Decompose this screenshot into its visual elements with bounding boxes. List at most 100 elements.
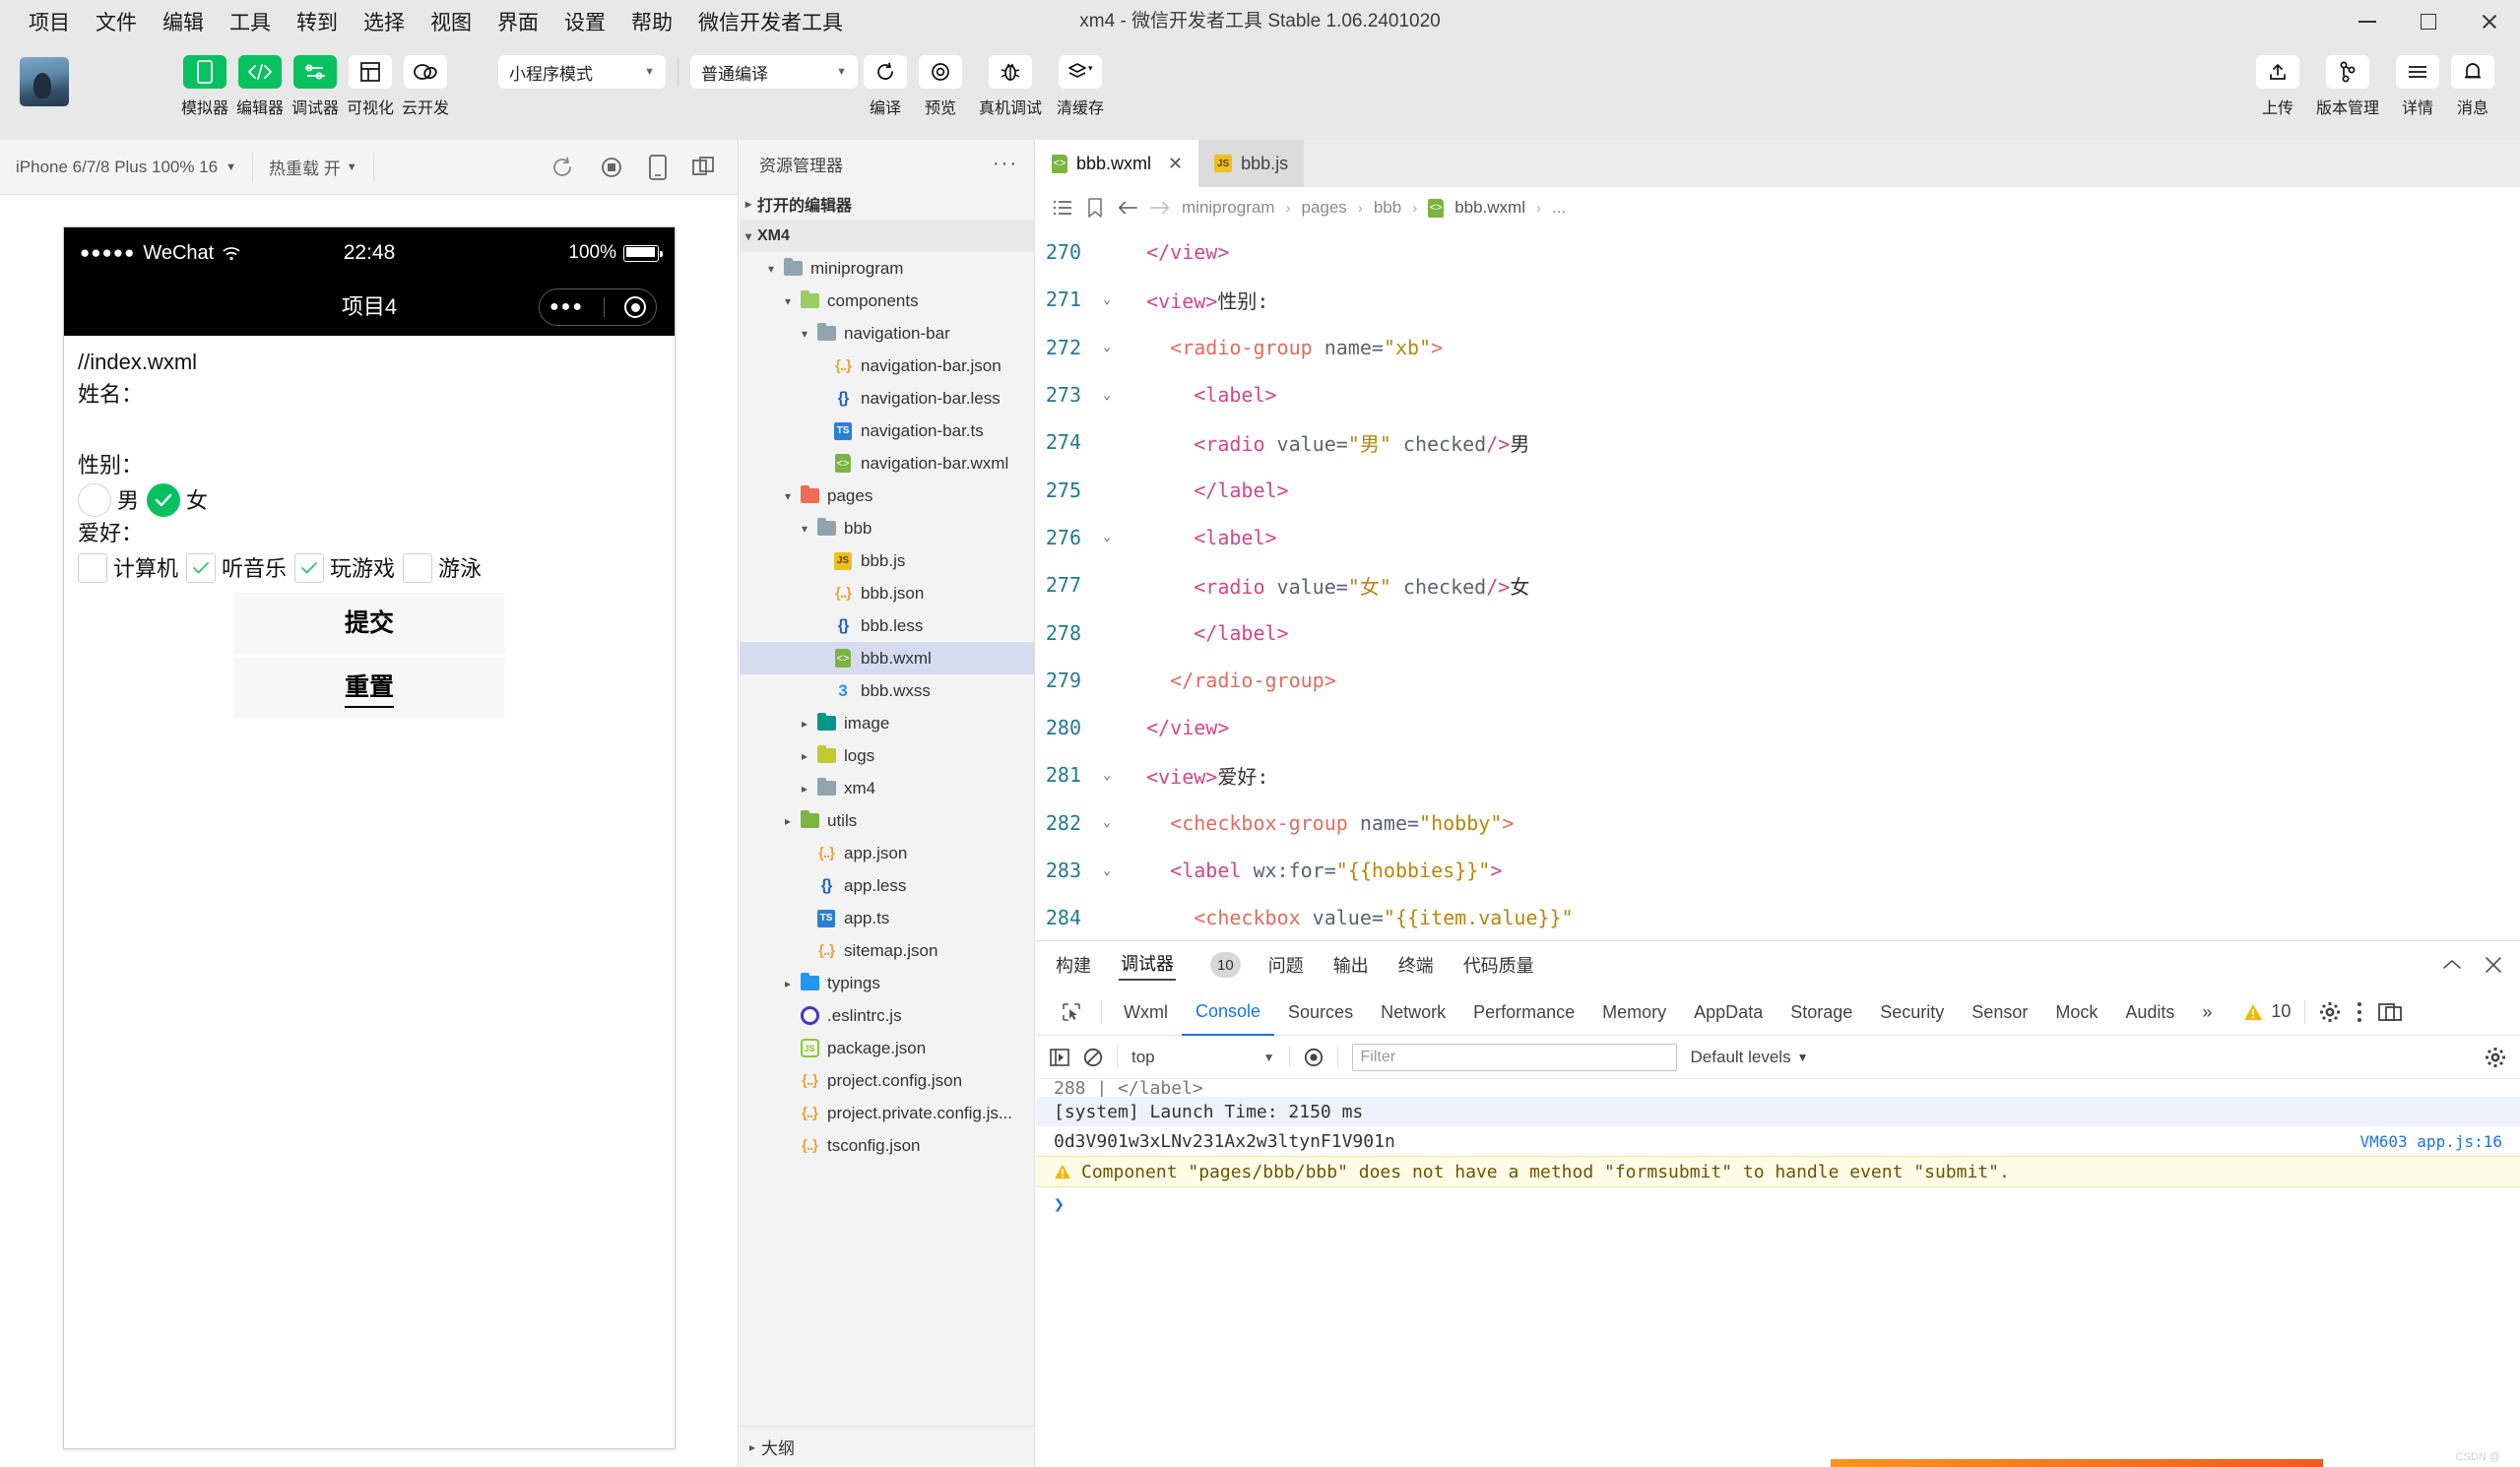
devtool-tabs-overflow[interactable]: » [2188, 989, 2226, 1035]
capsule-button[interactable]: ●●● [539, 288, 657, 326]
back-arrow-icon[interactable] [1117, 200, 1138, 216]
maximize-button[interactable] [2398, 0, 2459, 43]
code-line[interactable]: 277 <radio value="女" checked/>女 [1036, 561, 2520, 608]
minimize-button[interactable] [2337, 0, 2398, 43]
devtool-tab-audits[interactable]: Audits [2111, 989, 2188, 1035]
code-line[interactable]: 270 </view> [1036, 228, 2520, 276]
tree-file-row[interactable]: {..} tsconfig.json [740, 1129, 1034, 1162]
kebab-icon[interactable] [2357, 1001, 2362, 1023]
eye-icon[interactable] [1304, 1048, 1324, 1067]
panel-tab-problems[interactable]: 问题 [1266, 952, 1306, 978]
tree-folder-row[interactable]: ▸ xm4 [740, 772, 1034, 804]
reset-button[interactable]: 重置 [233, 658, 505, 720]
avatar[interactable] [20, 57, 69, 106]
cloud-toggle-button[interactable]: 云开发 [398, 55, 453, 118]
clear-cache-button[interactable]: ▾ 清缓存 [1053, 55, 1108, 118]
tree-file-row[interactable]: {} app.less [740, 869, 1034, 902]
gear-icon[interactable] [2319, 1001, 2341, 1023]
chevron-right-icon[interactable]: ▸ [796, 782, 813, 796]
close-icon[interactable] [2485, 956, 2502, 974]
devtool-tab-wxml[interactable]: Wxml [1110, 989, 1182, 1035]
outline-section[interactable]: ▸ 大纲 [740, 1426, 1035, 1467]
code-line[interactable]: 281 ⌄ <view>爱好: [1036, 751, 2520, 798]
chevron-down-icon[interactable]: ▾ [796, 327, 813, 341]
code-line[interactable]: 274 <radio value="男" checked/>男 [1036, 418, 2520, 466]
console-prompt[interactable]: ❯ [1036, 1187, 2520, 1221]
breadcrumb-miniprogram[interactable]: miniprogram [1182, 198, 1274, 218]
messages-button[interactable]: 消息 [2445, 55, 2500, 118]
code-line[interactable]: 284 <checkbox value="{{item.value}}" [1036, 894, 2520, 940]
code-line[interactable]: 272 ⌄ <radio-group name="xb"> [1036, 324, 2520, 371]
details-button[interactable]: 详情 [2390, 55, 2445, 118]
checkbox-computer[interactable] [78, 553, 107, 584]
device-select[interactable]: iPhone 6/7/8 Plus 100% 16 ▼ [0, 158, 252, 177]
chevron-down-icon[interactable]: ▾ [762, 262, 780, 276]
submit-button[interactable]: 提交 [233, 593, 505, 655]
fold-chevron-icon[interactable]: ⌄ [1095, 530, 1119, 544]
bookmark-icon[interactable] [1084, 198, 1106, 218]
tree-file-row[interactable]: {..} project.private.config.js... [740, 1097, 1034, 1129]
panel-tab-terminal[interactable]: 终端 [1396, 952, 1436, 978]
fold-chevron-icon[interactable]: ⌄ [1095, 292, 1119, 307]
fold-chevron-icon[interactable]: ⌄ [1095, 815, 1119, 830]
simulator-toggle-button[interactable]: 模拟器 [177, 55, 232, 118]
chevron-down-icon[interactable]: ▾ [796, 522, 813, 536]
warning-indicator[interactable]: 10 [2243, 1001, 2291, 1022]
chevron-right-icon[interactable]: ▸ [779, 977, 797, 990]
chevron-up-icon[interactable] [2441, 958, 2463, 972]
devtool-tab-storage[interactable]: Storage [1777, 989, 1866, 1035]
chevron-right-icon[interactable]: ▸ [779, 814, 797, 828]
devtool-tab-sensor[interactable]: Sensor [1958, 989, 2041, 1035]
console-levels-select[interactable]: Default levels ▼ [1691, 1048, 1809, 1067]
panel-tab-code-quality[interactable]: 代码质量 [1461, 952, 1536, 978]
code-line[interactable]: 282 ⌄ <checkbox-group name="hobby"> [1036, 799, 2520, 847]
checkbox-games[interactable] [294, 553, 325, 584]
console-filter-input[interactable]: Filter [1351, 1043, 1677, 1071]
checkbox-swim[interactable] [403, 553, 433, 584]
code-line[interactable]: 273 ⌄ <label> [1036, 371, 2520, 418]
devtool-tab-sources[interactable]: Sources [1274, 989, 1367, 1035]
record-icon[interactable] [600, 156, 623, 179]
panel-tab-build[interactable]: 构建 [1054, 952, 1093, 978]
devtool-tab-mock[interactable]: Mock [2041, 989, 2111, 1035]
gear-icon[interactable] [2485, 1047, 2506, 1068]
breadcrumb-more[interactable]: ... [1552, 198, 1566, 218]
tree-folder-row[interactable]: ▾ bbb [740, 512, 1034, 544]
checkbox-music[interactable] [186, 553, 217, 584]
tree-file-row[interactable]: {..} navigation-bar.json [740, 350, 1034, 382]
panel-tab-output[interactable]: 输出 [1331, 952, 1371, 978]
tree-folder-row[interactable]: ▾ navigation-bar [740, 317, 1034, 350]
list-icon[interactable] [1052, 200, 1073, 216]
radio-male[interactable] [78, 483, 111, 518]
console-context-select[interactable]: top ▼ [1131, 1048, 1275, 1067]
rotate-icon[interactable] [649, 154, 667, 180]
chevron-right-icon[interactable]: ▸ [796, 749, 813, 763]
fold-chevron-icon[interactable]: ⌄ [1095, 388, 1119, 403]
menu-item-interface[interactable]: 界面 [485, 3, 551, 40]
tree-file-row[interactable]: <> bbb.wxml [740, 642, 1034, 674]
tree-file-row[interactable]: JS bbb.js [740, 544, 1034, 577]
version-control-button[interactable]: 版本管理 [2305, 55, 2390, 118]
tree-file-row[interactable]: {..} project.config.json [740, 1064, 1034, 1097]
menu-item-settings[interactable]: 设置 [551, 3, 618, 40]
menu-item-help[interactable]: 帮助 [618, 3, 685, 40]
editor-toggle-button[interactable]: 编辑器 [232, 55, 288, 118]
tree-file-row[interactable]: {..} sitemap.json [740, 934, 1034, 967]
visual-toggle-button[interactable]: 可视化 [343, 55, 398, 118]
tree-folder-row[interactable]: ▾ components [740, 285, 1034, 317]
chevron-down-icon[interactable]: ▾ [779, 294, 797, 308]
menu-item-select[interactable]: 选择 [351, 3, 418, 40]
play-icon[interactable] [1050, 1048, 1069, 1067]
code-line[interactable]: 279 </radio-group> [1036, 657, 2520, 704]
tree-folder-row[interactable]: ▸ utils [740, 804, 1034, 837]
code-line[interactable]: 271 ⌄ <view>性别: [1036, 276, 2520, 323]
tree-section-open-editors[interactable]: ▸ 打开的编辑器 [740, 187, 1034, 220]
devtool-tab-security[interactable]: Security [1866, 989, 1958, 1035]
devtool-tab-appdata[interactable]: AppData [1680, 989, 1777, 1035]
tree-folder-row[interactable]: ▸ typings [740, 967, 1034, 999]
preview-button[interactable]: 预览 [913, 55, 968, 118]
menu-item-edit[interactable]: 编辑 [150, 3, 217, 40]
menu-item-file[interactable]: 文件 [83, 3, 150, 40]
log-source-link[interactable]: VM603 app.js:16 [2360, 1132, 2503, 1151]
panel-tab-debugger[interactable]: 调试器 [1119, 950, 1176, 981]
